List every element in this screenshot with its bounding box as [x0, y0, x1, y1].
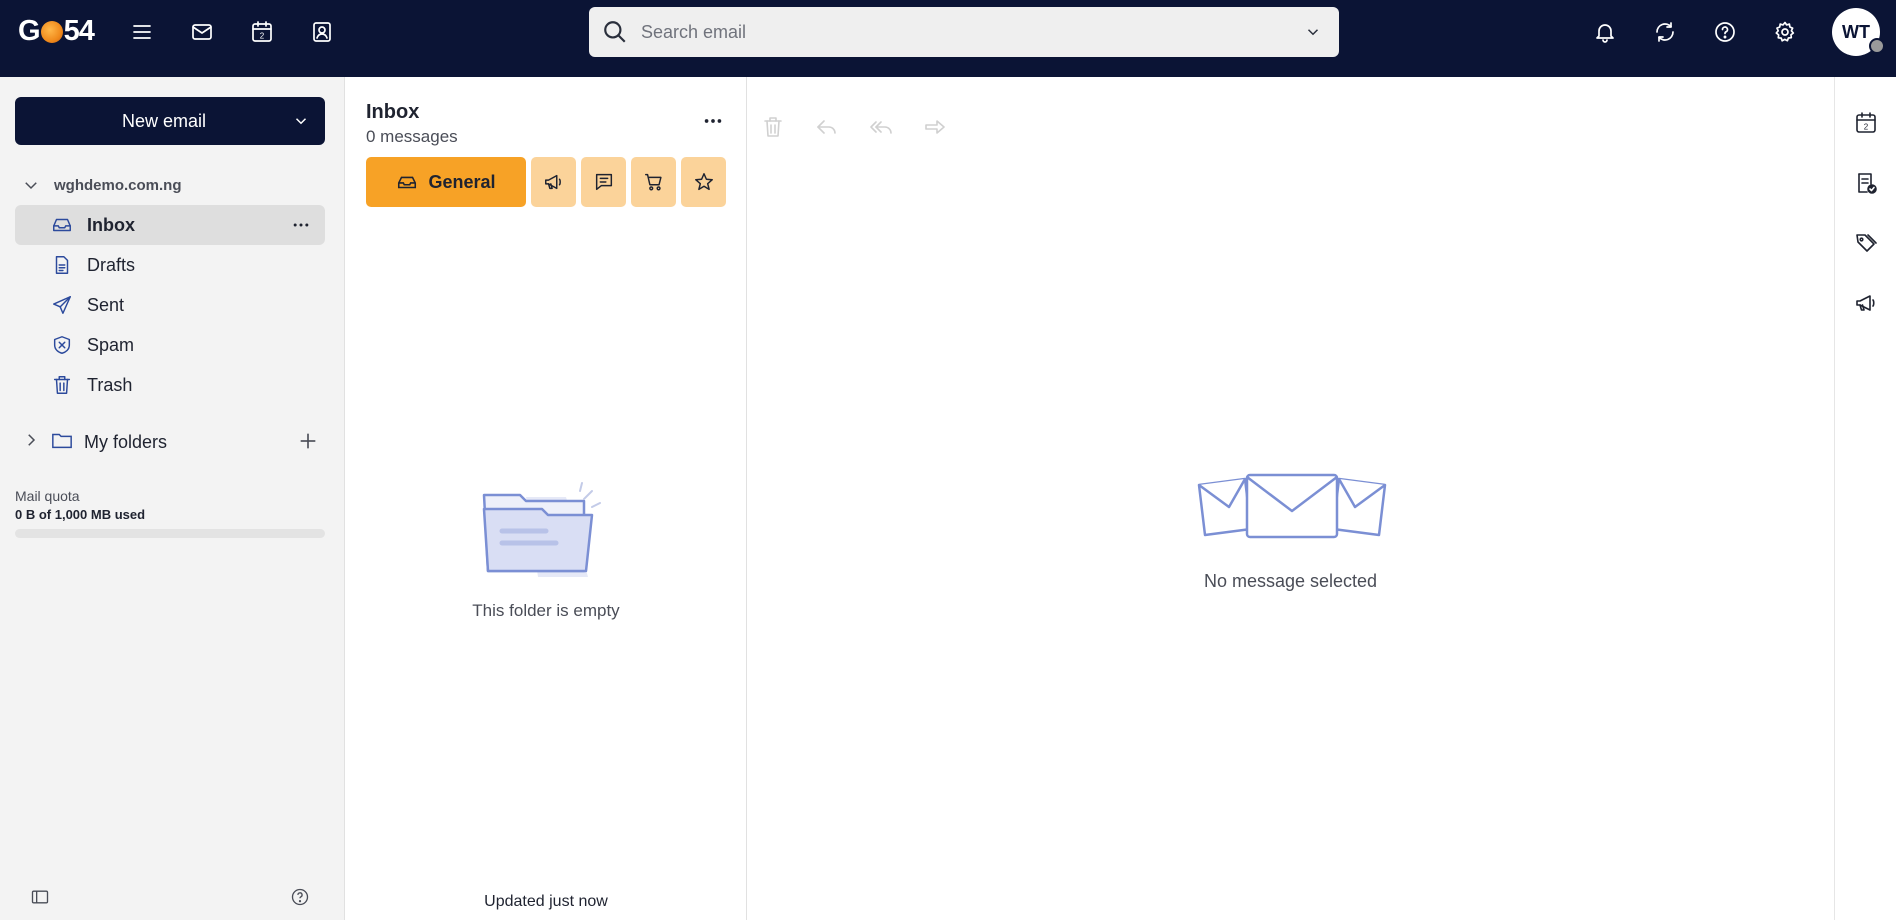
- folder-inbox[interactable]: Inbox: [15, 205, 325, 245]
- folder-icon: [50, 429, 74, 456]
- tab-promotions[interactable]: [531, 157, 576, 207]
- inbox-icon: [47, 214, 77, 236]
- chevron-down-icon: [25, 182, 37, 190]
- forward-icon[interactable]: [919, 111, 951, 143]
- reading-pane: No message selected: [747, 77, 1834, 920]
- search-bar[interactable]: [589, 7, 1339, 57]
- app-logo[interactable]: G 54: [18, 14, 95, 47]
- search-options-chevron-down-icon[interactable]: [1287, 7, 1339, 57]
- empty-folder-text: This folder is empty: [472, 601, 620, 620]
- trash-icon[interactable]: [757, 111, 789, 143]
- chat-icon: [595, 173, 612, 191]
- calendar-day-text: 2: [260, 32, 265, 41]
- logo-text-right: 54: [63, 14, 95, 47]
- logo-ball-icon: [40, 21, 63, 43]
- star-icon: [694, 173, 713, 191]
- inbox-tray-icon: [398, 176, 417, 189]
- mail-icon[interactable]: [187, 17, 217, 47]
- contacts-icon[interactable]: [307, 17, 337, 47]
- spam-icon: [47, 334, 77, 356]
- folder-trash[interactable]: Trash: [15, 365, 325, 405]
- tags-icon[interactable]: [1851, 228, 1881, 258]
- bell-icon[interactable]: [1590, 17, 1620, 47]
- new-email-label: New email: [121, 110, 207, 131]
- account-name: wghdemo.com.ng: [54, 176, 182, 194]
- gear-icon[interactable]: [1770, 17, 1800, 47]
- toggle-sidebar-icon[interactable]: [27, 884, 53, 910]
- more-options-icon[interactable]: [698, 111, 728, 131]
- updated-status: Updated just now: [484, 893, 608, 910]
- trash-icon: [47, 374, 77, 396]
- logo-text-left: G: [18, 14, 41, 47]
- new-email-chevron-down-icon[interactable]: [277, 97, 325, 145]
- presence-status-icon: [1869, 38, 1885, 54]
- sent-icon: [47, 294, 77, 316]
- folder-label: Inbox: [87, 214, 135, 235]
- mail-quota-bar: [15, 529, 325, 538]
- folder-spam[interactable]: Spam: [15, 325, 325, 365]
- no-message-selected-text: No message selected: [1203, 571, 1378, 591]
- folder-label: Spam: [87, 334, 135, 355]
- chevron-right-icon[interactable]: [22, 431, 40, 454]
- sidebar: New email wghdemo.com.ng Inbox Drafts Se…: [0, 77, 345, 920]
- message-count: 0 messages: [366, 127, 458, 146]
- account-header[interactable]: wghdemo.com.ng: [22, 173, 182, 197]
- calendar-panel-icon[interactable]: 2: [1851, 108, 1881, 138]
- message-list-pane: Inbox 0 messages General This folder is …: [346, 77, 747, 920]
- folder-title: Inbox: [366, 101, 420, 123]
- folder-sent[interactable]: Sent: [15, 285, 325, 325]
- tab-starred[interactable]: [681, 157, 726, 207]
- calendar-icon[interactable]: 2: [247, 17, 277, 47]
- rail-calendar-day-text: 2: [1864, 123, 1869, 132]
- right-rail: 2: [1834, 77, 1896, 920]
- reply-all-icon[interactable]: [865, 111, 897, 143]
- tab-purchases[interactable]: [631, 157, 676, 207]
- my-folders[interactable]: My folders: [22, 425, 325, 459]
- sync-icon[interactable]: [1650, 17, 1680, 47]
- help-icon[interactable]: [287, 884, 313, 910]
- tab-general[interactable]: General: [366, 157, 526, 207]
- megaphone-icon[interactable]: [1851, 288, 1881, 318]
- tab-social[interactable]: [581, 157, 626, 207]
- search-input[interactable]: [641, 21, 1287, 43]
- mail-quota-label: Mail quota: [15, 488, 80, 504]
- empty-folder-illustration-icon: [482, 482, 601, 577]
- tab-general-label: General: [428, 171, 496, 192]
- no-message-envelopes-illustration-icon: [1197, 473, 1387, 539]
- help-icon[interactable]: [1710, 17, 1740, 47]
- drafts-icon: [47, 254, 77, 276]
- new-email-button[interactable]: New email: [15, 97, 325, 145]
- folder-label: Drafts: [87, 254, 136, 275]
- mail-quota-used: 0 B of 1,000 MB used: [15, 507, 146, 522]
- add-folder-plus-icon[interactable]: [297, 430, 319, 457]
- search-icon[interactable]: [589, 7, 641, 57]
- folder-label: Sent: [87, 294, 125, 315]
- megaphone-icon: [544, 174, 561, 190]
- cart-icon: [644, 173, 662, 191]
- my-folders-label: My folders: [84, 431, 168, 452]
- menu-icon[interactable]: [127, 17, 157, 47]
- folder-drafts[interactable]: Drafts: [15, 245, 325, 285]
- folder-more-icon[interactable]: [289, 213, 313, 237]
- folder-label: Trash: [87, 374, 133, 395]
- tasks-icon[interactable]: [1851, 168, 1881, 198]
- reply-icon[interactable]: [811, 111, 843, 143]
- top-bar: G54 2 WT: [0, 0, 1896, 77]
